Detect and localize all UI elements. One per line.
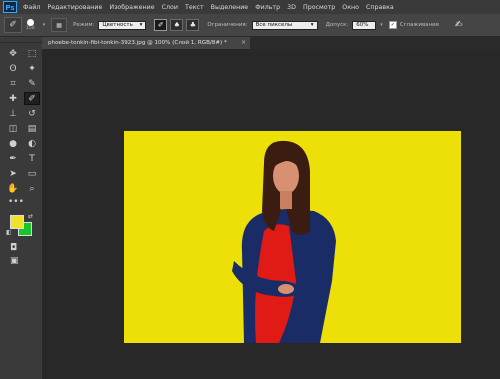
foreground-color-swatch[interactable] bbox=[10, 215, 24, 229]
mode-value: Цветность bbox=[102, 22, 133, 28]
menu-select[interactable]: Выделение bbox=[211, 4, 249, 11]
screen-mode-icon[interactable]: ▣ bbox=[10, 256, 42, 266]
document-tab-bar: phoebe-tonkin-fibi-tonkin-3923.jpg @ 100… bbox=[42, 37, 500, 49]
tolerance-value: 60% bbox=[356, 22, 369, 28]
default-colors-icon[interactable]: ◧ bbox=[6, 229, 12, 236]
crop-tool-icon[interactable]: ⌗ bbox=[5, 77, 21, 90]
eraser-icon[interactable]: ◫ bbox=[5, 122, 21, 135]
menu-file[interactable]: Файл bbox=[23, 4, 40, 11]
photoshop-window: Ps Файл Редактирование Изображение Слои … bbox=[0, 0, 500, 379]
limits-select[interactable]: Все пикселы ▾ bbox=[251, 20, 318, 30]
type-tool-icon[interactable]: T bbox=[24, 152, 40, 165]
ps-logo: Ps bbox=[3, 1, 17, 13]
menu-edit[interactable]: Редактирование bbox=[47, 4, 102, 11]
document-tab-title: phoebe-tonkin-fibi-tonkin-3923.jpg @ 100… bbox=[48, 40, 227, 46]
gradient-icon[interactable]: ▤ bbox=[24, 122, 40, 135]
menu-layers[interactable]: Слои bbox=[162, 4, 178, 11]
chevron-down-icon: ▾ bbox=[310, 22, 314, 28]
path-selection-icon[interactable]: ➤ bbox=[5, 167, 21, 180]
brush-size-value: 150 bbox=[26, 26, 35, 31]
antialias-checkbox[interactable]: ✓ bbox=[388, 21, 397, 29]
shape-tool-icon[interactable]: ▭ bbox=[24, 167, 40, 180]
sampling-background-icon: ♣ bbox=[189, 21, 196, 29]
sampling-background-button[interactable]: ♣ bbox=[186, 19, 200, 31]
lasso-tool-icon[interactable]: ʘ bbox=[5, 62, 21, 75]
blur-icon[interactable]: ● bbox=[5, 137, 21, 150]
close-icon[interactable]: × bbox=[241, 39, 246, 46]
clone-stamp-icon[interactable]: ⊥ bbox=[5, 107, 21, 120]
tolerance-label: Допуск: bbox=[325, 22, 349, 28]
menu-type[interactable]: Текст bbox=[185, 4, 204, 11]
menu-help[interactable]: Справка bbox=[366, 4, 394, 11]
tolerance-input[interactable]: 60% bbox=[352, 20, 377, 30]
document-tab[interactable]: phoebe-tonkin-fibi-tonkin-3923.jpg @ 100… bbox=[42, 37, 250, 49]
menu-3d[interactable]: 3D bbox=[287, 4, 296, 11]
menu-bar: Ps Файл Редактирование Изображение Слои … bbox=[0, 0, 500, 14]
pen-tool-icon[interactable]: ✒ bbox=[5, 152, 21, 165]
zoom-tool-icon[interactable]: ⌕ bbox=[24, 182, 40, 195]
brush-tool-icon: ✐ bbox=[9, 20, 17, 30]
portrait-photo bbox=[124, 131, 461, 343]
quick-mask-icon[interactable]: ◘ bbox=[10, 243, 42, 253]
antialias-label: Сглаживание bbox=[399, 22, 440, 28]
canvas-area[interactable] bbox=[42, 49, 500, 379]
limits-value: Все пикселы bbox=[255, 22, 293, 28]
brush-preset-picker[interactable]: 150 bbox=[26, 19, 35, 31]
document-image[interactable] bbox=[124, 131, 461, 343]
swap-colors-icon[interactable]: ⇄ bbox=[28, 213, 33, 220]
sampling-once-icon: ♠ bbox=[173, 21, 180, 29]
magic-wand-icon[interactable]: ✦ bbox=[24, 62, 40, 75]
sampling-continuous-icon: ✐ bbox=[157, 21, 164, 29]
pressure-size-button[interactable]: ✍ bbox=[453, 20, 464, 30]
mode-select[interactable]: Цветность ▾ bbox=[98, 20, 147, 30]
limits-label: Ограничения: bbox=[207, 22, 248, 28]
sampling-continuous-button[interactable]: ✐ bbox=[154, 19, 168, 31]
more-tools-icon[interactable]: ••• bbox=[8, 197, 42, 207]
sampling-once-button[interactable]: ♠ bbox=[170, 19, 184, 31]
marquee-tool-icon[interactable]: ⬚ bbox=[24, 47, 40, 60]
brush-panel-toggle[interactable]: ▦ bbox=[51, 18, 68, 32]
options-bar: ✐ 150 ▾ ▦ Режим: Цветность ▾ ✐ ♠ ♣ Огран… bbox=[0, 14, 500, 37]
move-tool-icon[interactable]: ✥ bbox=[5, 47, 21, 60]
chevron-down-icon: ▾ bbox=[139, 22, 143, 28]
tools-panel: ✥ ⬚ ʘ ✦ ⌗ ✎ ✚ ✐ ⊥ ↺ ◫ ▤ ● ◐ ✒ T ➤ ▭ ✋ ⌕ … bbox=[0, 37, 43, 379]
history-brush-icon[interactable]: ↺ bbox=[24, 107, 40, 120]
chevron-down-icon[interactable]: ▾ bbox=[43, 22, 46, 28]
menu-view[interactable]: Просмотр bbox=[303, 4, 335, 11]
menu-filter[interactable]: Фильтр bbox=[255, 4, 280, 11]
tool-preset-picker[interactable]: ✐ bbox=[4, 17, 22, 33]
color-swatches: ⇄ ◧ bbox=[6, 213, 42, 239]
healing-brush-icon[interactable]: ✚ bbox=[5, 92, 21, 105]
eyedropper-icon[interactable]: ✎ bbox=[24, 77, 40, 90]
menu-window[interactable]: Окно bbox=[342, 4, 359, 11]
dodge-icon[interactable]: ◐ bbox=[24, 137, 40, 150]
tools-grid: ✥ ⬚ ʘ ✦ ⌗ ✎ ✚ ✐ ⊥ ↺ ◫ ▤ ● ◐ ✒ T ➤ ▭ ✋ ⌕ bbox=[0, 43, 42, 195]
mode-label: Режим: bbox=[73, 22, 95, 28]
brush-panel-icon: ▦ bbox=[56, 21, 62, 29]
pressure-icon: ✍ bbox=[454, 20, 463, 30]
menu-image[interactable]: Изображение bbox=[109, 4, 154, 11]
brush-tip-icon bbox=[26, 19, 34, 26]
color-replacement-icon[interactable]: ✐ bbox=[24, 92, 40, 105]
chevron-down-icon[interactable]: ▾ bbox=[380, 22, 383, 28]
hand-tool-icon[interactable]: ✋ bbox=[5, 182, 21, 195]
